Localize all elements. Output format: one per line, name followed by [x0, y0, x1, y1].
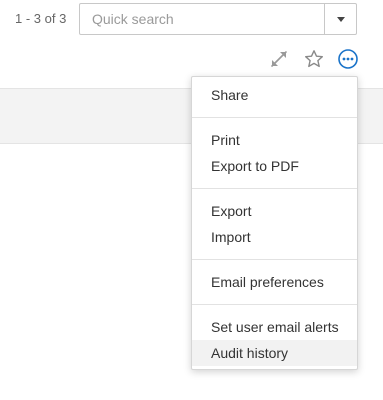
menu-item-share[interactable]: Share	[192, 82, 357, 108]
quick-search	[79, 3, 357, 35]
menu-divider	[192, 259, 357, 260]
expand-icon	[271, 51, 287, 67]
menu-item-audit-history[interactable]: Audit history	[192, 340, 357, 366]
menu-divider	[192, 304, 357, 305]
search-dropdown-button[interactable]	[324, 4, 356, 34]
star-icon	[305, 50, 323, 68]
menu-item-export[interactable]: Export	[192, 198, 357, 224]
more-options-icon	[338, 49, 358, 69]
menu-divider	[192, 117, 357, 118]
menu-item-import[interactable]: Import	[192, 224, 357, 250]
expand-button[interactable]	[268, 48, 290, 70]
search-input[interactable]	[80, 4, 324, 34]
pager-count: 1 - 3 of 3	[15, 11, 67, 26]
more-options-menu: Share Print Export to PDF Export Import …	[191, 76, 358, 370]
menu-item-set-user-email-alerts[interactable]: Set user email alerts	[192, 314, 357, 340]
menu-divider	[192, 188, 357, 189]
favorite-button[interactable]	[303, 48, 325, 70]
menu-item-export-to-pdf[interactable]: Export to PDF	[192, 153, 357, 179]
more-options-button[interactable]	[337, 48, 359, 70]
menu-item-print[interactable]: Print	[192, 127, 357, 153]
caret-down-icon	[336, 16, 345, 22]
menu-item-email-preferences[interactable]: Email preferences	[192, 269, 357, 295]
